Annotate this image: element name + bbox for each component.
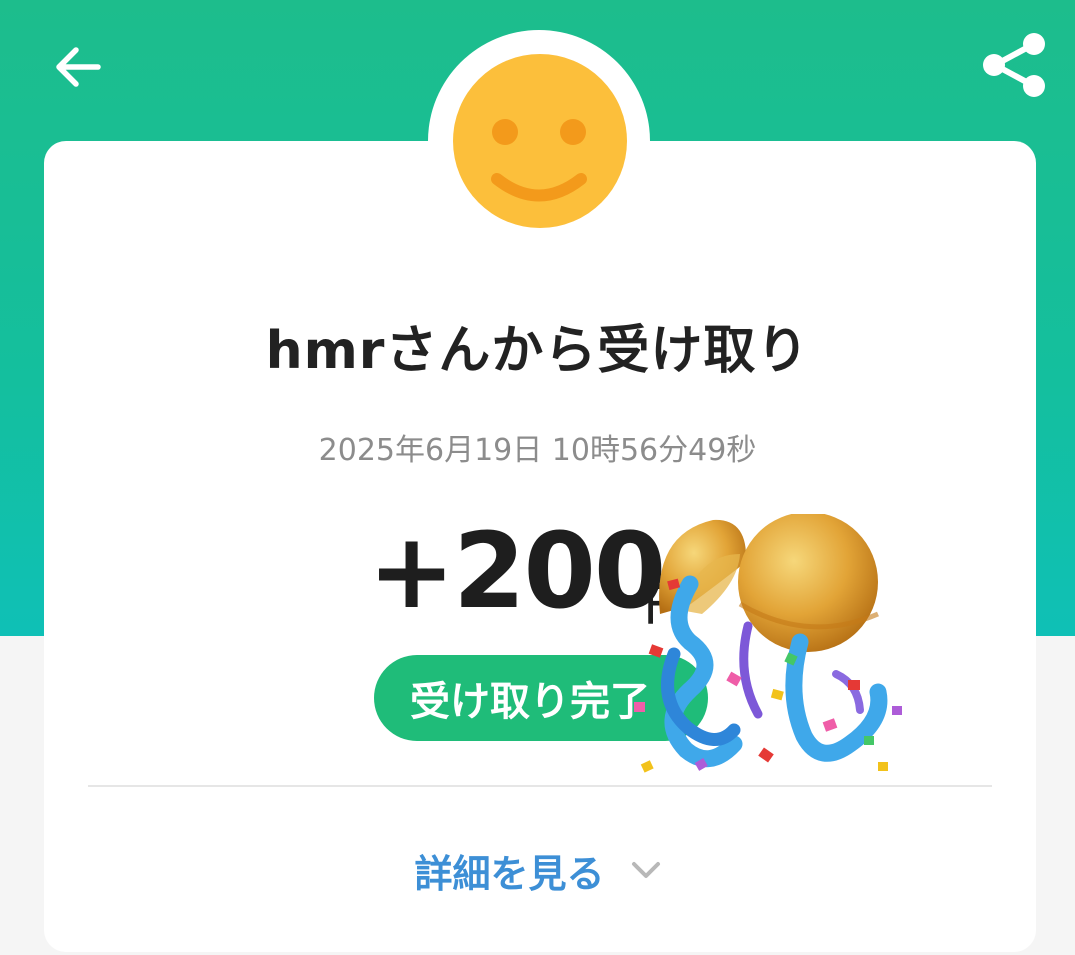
arrow-left-icon xyxy=(56,47,101,87)
see-details-label: 詳細を見る xyxy=(414,851,605,896)
chevron-down-icon xyxy=(631,860,661,880)
smiley-face-icon xyxy=(491,119,587,202)
divider xyxy=(88,785,992,787)
transaction-amount: +200 xyxy=(368,510,666,632)
see-details-button[interactable]: 詳細を見る xyxy=(0,840,1075,900)
share-icon xyxy=(983,33,1045,97)
share-button[interactable] xyxy=(976,30,1052,100)
party-popper-confetti-icon xyxy=(634,514,902,773)
back-button[interactable] xyxy=(46,36,108,98)
avatar xyxy=(453,54,627,228)
transaction-datetime: 2025年6月19日 10時56分49秒 xyxy=(318,433,757,468)
transaction-title: hmrさんから受け取り xyxy=(265,321,810,381)
status-label: 受け取り完了 xyxy=(410,679,650,725)
